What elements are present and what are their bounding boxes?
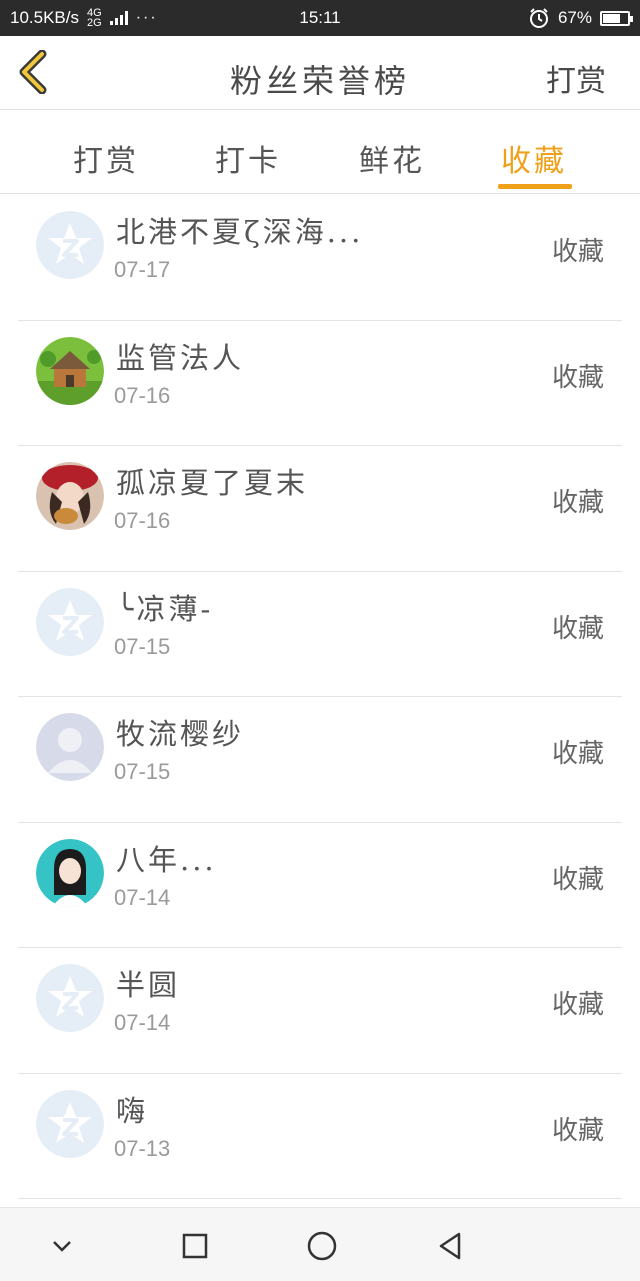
fan-action-label: 收藏 — [551, 237, 604, 267]
avatar — [36, 211, 104, 279]
fan-name: ╰凉薄- — [116, 591, 214, 626]
avatar — [36, 838, 104, 907]
list-item[interactable]: ╰凉薄- 07-15 收藏 — [18, 572, 622, 697]
battery-percent: 67% — [557, 8, 592, 27]
list-item[interactable]: 北港不夏ζ深海... 07-17 收藏 — [18, 195, 622, 321]
fan-action-label: 收藏 — [551, 613, 604, 644]
fan-action-label: 收藏 — [551, 990, 604, 1020]
fan-name: 嗨 — [116, 1093, 149, 1128]
fan-date: 07-17 — [114, 257, 171, 282]
fan-name: 牧流樱纱 — [116, 717, 245, 751]
fan-name: 半圆 — [116, 968, 181, 1002]
fan-date: 07-15 — [114, 633, 171, 659]
avatar — [36, 713, 104, 781]
square-icon[interactable] — [179, 1230, 211, 1262]
page-title: 粉丝荣誉榜 — [229, 62, 410, 100]
tab-checkin[interactable]: 打卡 — [198, 136, 298, 180]
tab-flowers[interactable]: 鲜花 — [342, 136, 442, 180]
more-notifications: ··· — [135, 9, 158, 26]
fan-date: 07-15 — [114, 759, 171, 784]
reward-button[interactable]: 打赏 — [546, 56, 606, 100]
fan-name: 北港不夏ζ深海... — [116, 215, 364, 249]
tab-reward[interactable]: 打赏 — [56, 136, 156, 180]
list-item[interactable]: 嗨 07-13 收藏 — [18, 1074, 622, 1199]
chevron-left-icon[interactable] — [14, 50, 54, 94]
list-item[interactable]: 牧流樱纱 07-15 收藏 — [18, 697, 622, 823]
app-header: 粉丝荣誉榜 打赏 — [0, 36, 640, 110]
alarm-icon — [529, 8, 548, 28]
fan-list: 北港不夏ζ深海... 07-17 收藏 监管法人 07-16 收藏 孤凉夏了夏末… — [0, 195, 640, 1199]
fan-name: 孤凉夏了夏末 — [116, 466, 309, 500]
avatar — [36, 587, 104, 656]
fan-name: 八年... — [116, 842, 217, 877]
net-speed: 10.5KB/s — [10, 8, 79, 27]
tab-bar: 打赏 打卡 鲜花 收藏 — [0, 110, 640, 194]
avatar — [36, 964, 104, 1032]
signal-icon — [109, 11, 128, 25]
chevron-down-icon[interactable] — [46, 1230, 78, 1262]
fan-date: 07-16 — [114, 508, 171, 533]
list-item[interactable]: 半圆 07-14 收藏 — [18, 948, 622, 1074]
fan-action-label: 收藏 — [551, 1115, 604, 1146]
fan-date: 07-14 — [114, 884, 171, 910]
circle-icon[interactable] — [306, 1230, 338, 1262]
fan-date: 07-13 — [114, 1135, 171, 1161]
avatar — [36, 1089, 104, 1158]
fan-date: 07-16 — [114, 382, 171, 408]
list-item[interactable]: 八年... 07-14 收藏 — [18, 823, 622, 948]
avatar — [36, 462, 104, 530]
network-type: 4G 2G — [87, 7, 102, 29]
triangle-back-icon[interactable] — [434, 1230, 466, 1262]
fan-action-label: 收藏 — [551, 864, 604, 895]
system-nav-bar — [0, 1207, 640, 1281]
fan-action-label: 收藏 — [551, 488, 604, 518]
fan-action-label: 收藏 — [551, 362, 604, 393]
fan-action-label: 收藏 — [551, 739, 604, 769]
active-tab-indicator — [498, 184, 572, 189]
fan-date: 07-14 — [114, 1010, 171, 1035]
status-bar: 10.5KB/s 4G 2G ··· 15:11 67% — [0, 0, 640, 36]
battery-icon — [600, 10, 633, 26]
avatar — [36, 336, 104, 405]
fan-name: 监管法人 — [116, 340, 245, 375]
tab-favorites[interactable]: 收藏 — [484, 136, 584, 189]
list-item[interactable]: 孤凉夏了夏末 07-16 收藏 — [18, 446, 622, 572]
list-item[interactable]: 监管法人 07-16 收藏 — [18, 321, 622, 446]
